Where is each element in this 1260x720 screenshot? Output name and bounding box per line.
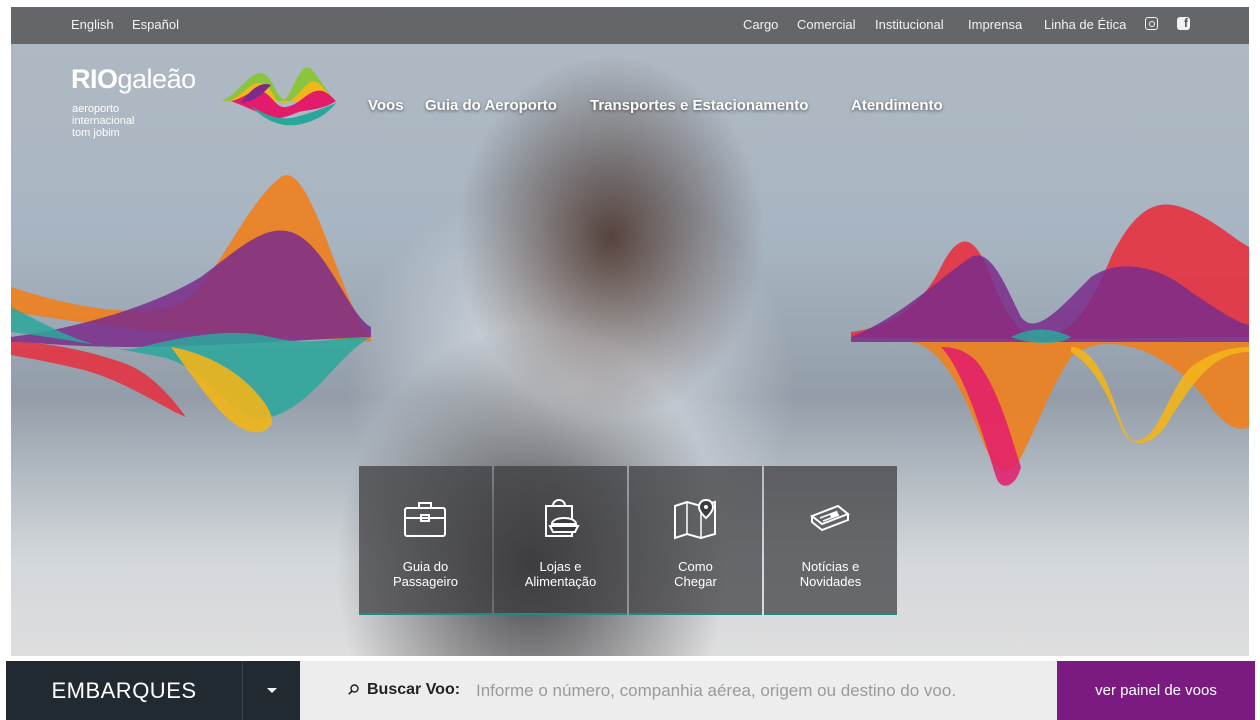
chevron-down-icon[interactable] xyxy=(242,661,300,720)
tile-label: Lojas e Alimentação xyxy=(524,559,597,589)
tile-guia-do-passageiro[interactable]: Guia do Passageiro xyxy=(359,466,492,615)
lang-espanol-link[interactable]: Español xyxy=(132,17,179,32)
hero-banner: English Español Cargo Comercial Instituc… xyxy=(11,7,1249,656)
logo-subtitle-line-1: aeroporto xyxy=(72,103,120,115)
nav-voos[interactable]: Voos xyxy=(368,97,404,114)
nav-guia-do-aeroporto[interactable]: Guia do Aeroporto xyxy=(425,97,557,114)
shopping-food-icon xyxy=(545,499,580,537)
lang-english-link[interactable]: English xyxy=(71,17,114,32)
flight-mode-select[interactable]: EMBARQUES xyxy=(6,661,242,720)
flight-search-input[interactable] xyxy=(472,677,1050,705)
logo-subtitle-line-3: tom jobim xyxy=(72,127,120,139)
flight-search-area: Buscar Voo: xyxy=(300,661,1057,720)
briefcase-icon xyxy=(404,502,446,537)
facebook-icon[interactable] xyxy=(1177,16,1190,30)
imprensa-link[interactable]: Imprensa xyxy=(968,17,1022,32)
utility-bar: English Español Cargo Comercial Instituc… xyxy=(11,7,1249,44)
nav-transportes-estacionamento[interactable]: Transportes e Estacionamento xyxy=(590,97,808,114)
tile-noticias-e-novidades[interactable]: Notícias e Novidades xyxy=(764,466,897,615)
nav-atendimento[interactable]: Atendimento xyxy=(851,97,943,114)
tile-lojas-e-alimentacao[interactable]: Lojas e Alimentação xyxy=(494,466,627,615)
tile-label: Guia do Passageiro xyxy=(392,559,459,589)
cargo-link[interactable]: Cargo xyxy=(743,17,778,32)
institucional-link[interactable]: Institucional xyxy=(875,17,944,32)
linha-de-etica-link[interactable]: Linha de Ética xyxy=(1044,17,1126,32)
instagram-icon[interactable] xyxy=(1145,17,1158,30)
search-label: Buscar Voo: xyxy=(367,681,461,698)
logo-wordmark: RIOgaleão xyxy=(71,64,196,94)
flight-search-bar: EMBARQUES Buscar Voo: ver painel de voos xyxy=(0,661,1260,720)
logo-subtitle-line-2: internacional xyxy=(72,115,135,127)
tile-como-chegar[interactable]: Como Chegar xyxy=(629,466,762,615)
comercial-link[interactable]: Comercial xyxy=(797,17,856,32)
tile-label: Como Chegar xyxy=(674,559,717,589)
map-pin-icon xyxy=(674,498,716,540)
newspaper-icon xyxy=(810,504,850,532)
flight-panel-button[interactable]: ver painel de voos xyxy=(1057,661,1255,720)
tile-label: Notícias e Novidades xyxy=(799,559,862,589)
search-icon xyxy=(348,684,359,695)
logo-mountains-icon xyxy=(221,67,336,126)
